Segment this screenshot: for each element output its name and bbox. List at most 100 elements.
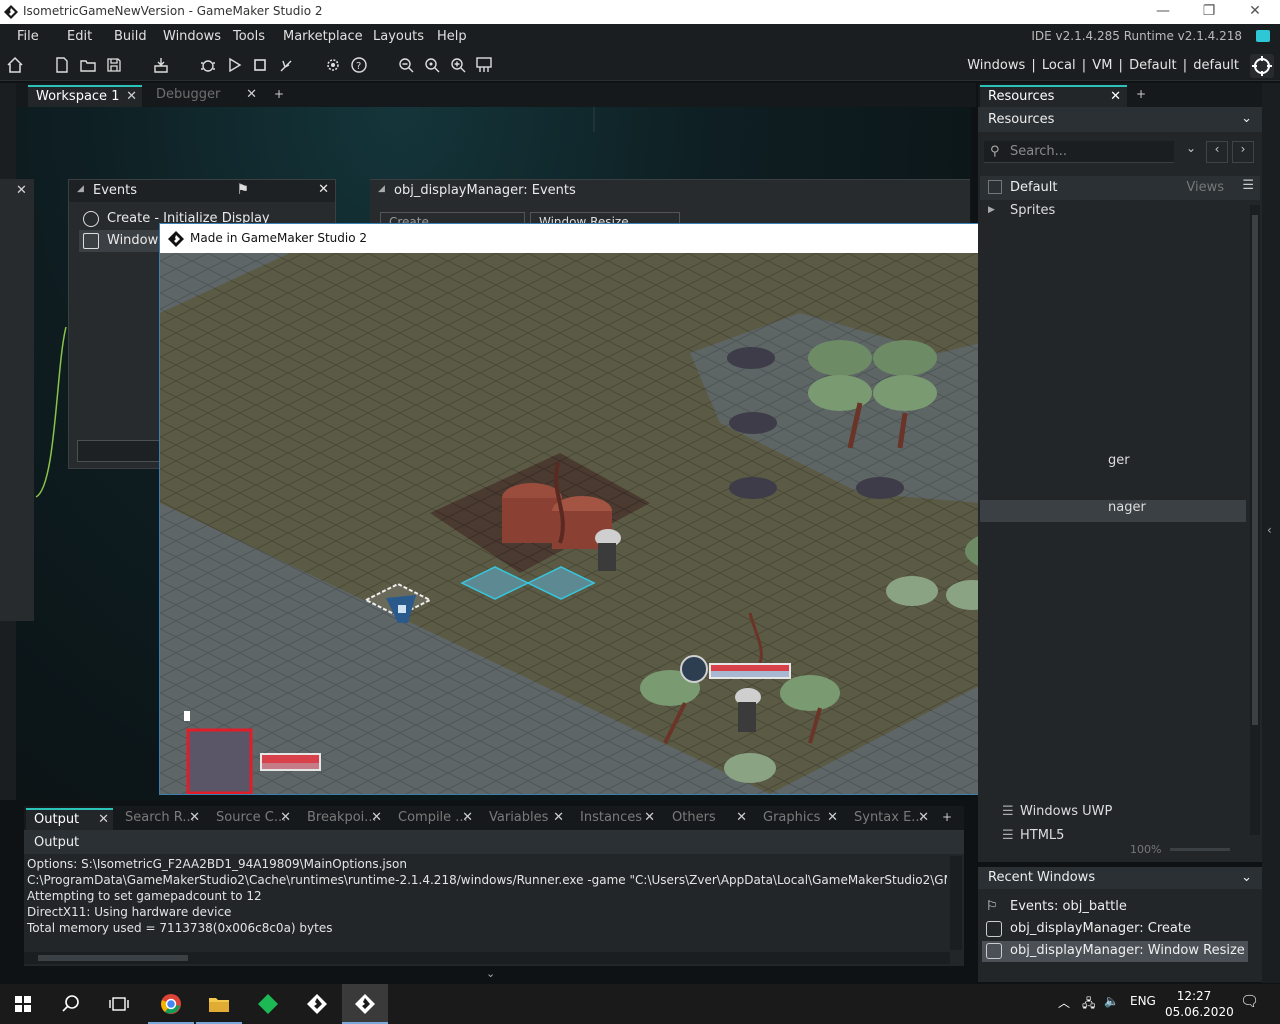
resources-zoom-slider[interactable] (1170, 848, 1230, 851)
close-icon[interactable]: ✕ (189, 810, 200, 825)
add-tab-button[interactable]: + (1130, 87, 1152, 105)
language-indicator[interactable]: ENG (1130, 994, 1156, 1008)
chevron-up-icon[interactable]: ︿ (1058, 994, 1070, 1011)
chat-icon[interactable] (1256, 30, 1270, 42)
menu-help[interactable]: Help (437, 29, 467, 44)
tab-others[interactable]: Others ✕ (664, 808, 751, 830)
search-options-chevron-icon[interactable]: ⌄ (1180, 141, 1202, 163)
save-icon[interactable] (104, 55, 124, 75)
close-icon[interactable]: ✕ (1110, 89, 1121, 104)
close-icon[interactable]: ✕ (16, 183, 27, 198)
open-project-icon[interactable] (78, 55, 98, 75)
target-config[interactable]: Default (1129, 58, 1177, 73)
zoom-in-icon[interactable] (448, 55, 468, 75)
menu-build[interactable]: Build (114, 29, 147, 44)
run-icon[interactable] (224, 55, 244, 75)
layout-icon[interactable] (474, 55, 494, 75)
tree-item-selected[interactable]: nager (980, 500, 1246, 522)
tab-output[interactable]: Output ✕ (26, 808, 113, 830)
add-workspace-button[interactable]: + (274, 87, 284, 101)
stop-icon[interactable] (250, 55, 270, 75)
chevron-down-icon[interactable]: ⌄ (1241, 870, 1252, 885)
add-output-tab-button[interactable]: + (942, 810, 964, 824)
close-icon[interactable]: ✕ (318, 182, 329, 197)
file-explorer-taskbar-button[interactable] (196, 984, 242, 1024)
close-icon[interactable]: ✕ (462, 810, 473, 825)
close-icon[interactable]: ✕ (553, 810, 564, 825)
resource-group-default[interactable]: Default Views ☰ (980, 176, 1260, 200)
menu-marketplace[interactable]: Marketplace (283, 29, 363, 44)
tab-workspace-1[interactable]: Workspace 1 ✕ (28, 85, 142, 107)
target-device[interactable]: Local (1042, 58, 1076, 73)
close-icon[interactable]: ✕ (644, 810, 655, 825)
menu-tools[interactable]: Tools (233, 29, 265, 44)
tree-item-partial[interactable]: ger (980, 453, 1246, 475)
gamemaker-runner-taskbar-button[interactable] (342, 984, 388, 1024)
output-horizontal-scrollbar[interactable] (24, 952, 950, 964)
menu-windows[interactable]: Windows (163, 29, 221, 44)
tab-debugger[interactable]: Debugger ✕ (148, 85, 262, 107)
close-button[interactable]: ✕ (1240, 2, 1270, 22)
close-icon[interactable]: ✕ (371, 810, 382, 825)
settings-icon[interactable] (323, 55, 343, 75)
restore-button[interactable]: ❐ (1194, 2, 1224, 22)
chrome-taskbar-button[interactable] (148, 984, 194, 1024)
resources-search-input[interactable]: ⚲ Search... (984, 141, 1174, 163)
tree-item-sprites[interactable]: ▶ Sprites (980, 203, 1246, 225)
expand-triangle-icon[interactable]: ▶ (988, 205, 995, 215)
taskbar-clock[interactable]: 12:27 05.06.2020 (1165, 988, 1234, 1020)
close-icon[interactable]: ✕ (918, 810, 929, 825)
previous-result-button[interactable]: ‹ (1206, 141, 1228, 163)
target-output[interactable]: VM (1092, 58, 1112, 73)
target-build-config[interactable]: default (1193, 58, 1239, 73)
close-icon[interactable]: ✕ (280, 810, 291, 825)
close-icon[interactable]: ✕ (827, 810, 838, 825)
volume-icon[interactable]: 🔈 (1104, 994, 1119, 1008)
search-button[interactable] (48, 984, 94, 1024)
chevron-down-icon[interactable]: ⌄ (1241, 111, 1252, 126)
tab-variables[interactable]: Variables ✕ (481, 808, 568, 830)
notifications-icon[interactable]: 🗨 (1240, 992, 1259, 1010)
zoom-out-icon[interactable] (396, 55, 416, 75)
collapse-triangle-icon[interactable]: ◢ (77, 184, 84, 194)
tab-resources[interactable]: Resources ✕ (980, 85, 1127, 107)
expand-right-icon[interactable]: ‹ (1267, 523, 1272, 537)
new-project-icon[interactable] (52, 55, 72, 75)
clean-icon[interactable] (276, 55, 296, 75)
flag-icon[interactable]: ⚑ (236, 182, 249, 198)
right-dock-gutter[interactable]: ‹ (1262, 83, 1280, 983)
tab-search-results[interactable]: Search R... ✕ (117, 808, 204, 830)
tab-graphics[interactable]: Graphics ✕ (755, 808, 842, 830)
resources-scrollbar[interactable] (1250, 205, 1260, 835)
debug-icon[interactable] (198, 55, 218, 75)
target-selector[interactable]: Windows | Local | VM | Default | default (966, 58, 1240, 73)
home-icon[interactable] (5, 55, 25, 75)
recent-windows-header[interactable]: Recent Windows ⌄ (978, 867, 1262, 889)
package-icon[interactable] (151, 55, 171, 75)
scrollbar-thumb[interactable] (1252, 215, 1258, 725)
windows-start-button[interactable] (0, 984, 46, 1024)
menu-edit[interactable]: Edit (67, 29, 92, 44)
tab-syntax-errors[interactable]: Syntax E... ✕ (846, 808, 933, 830)
tree-item-html5[interactable]: ☰ HTML5 (980, 828, 1246, 850)
hamburger-menu-icon[interactable]: ☰ (1242, 178, 1254, 193)
target-gear-icon[interactable] (1250, 54, 1274, 78)
collapse-triangle-icon[interactable]: ◢ (378, 184, 385, 194)
recent-item[interactable]: ⚐ Events: obj_battle (982, 897, 1248, 918)
close-icon[interactable]: ✕ (126, 89, 137, 104)
target-platform[interactable]: Windows (967, 58, 1025, 73)
gamemaker-ide-taskbar-button[interactable] (294, 984, 340, 1024)
next-result-button[interactable]: › (1232, 141, 1254, 163)
close-icon[interactable]: ✕ (736, 810, 747, 825)
zoom-reset-icon[interactable] (422, 55, 442, 75)
recent-item-selected[interactable]: obj_displayManager: Window Resize (982, 941, 1248, 962)
tab-source-control[interactable]: Source C... ✕ (208, 808, 295, 830)
menu-file[interactable]: File (17, 29, 39, 44)
tab-instances[interactable]: Instances ✕ (572, 808, 659, 830)
tab-compile-errors[interactable]: Compile ... ✕ (390, 808, 477, 830)
app-taskbar-button[interactable] (245, 984, 291, 1024)
network-icon[interactable]: 🖧 (1082, 994, 1095, 1015)
tree-item-windows-uwp[interactable]: ☰ Windows UWP (980, 804, 1246, 826)
game-viewport[interactable] (160, 253, 1120, 794)
close-icon[interactable]: ✕ (246, 87, 257, 102)
